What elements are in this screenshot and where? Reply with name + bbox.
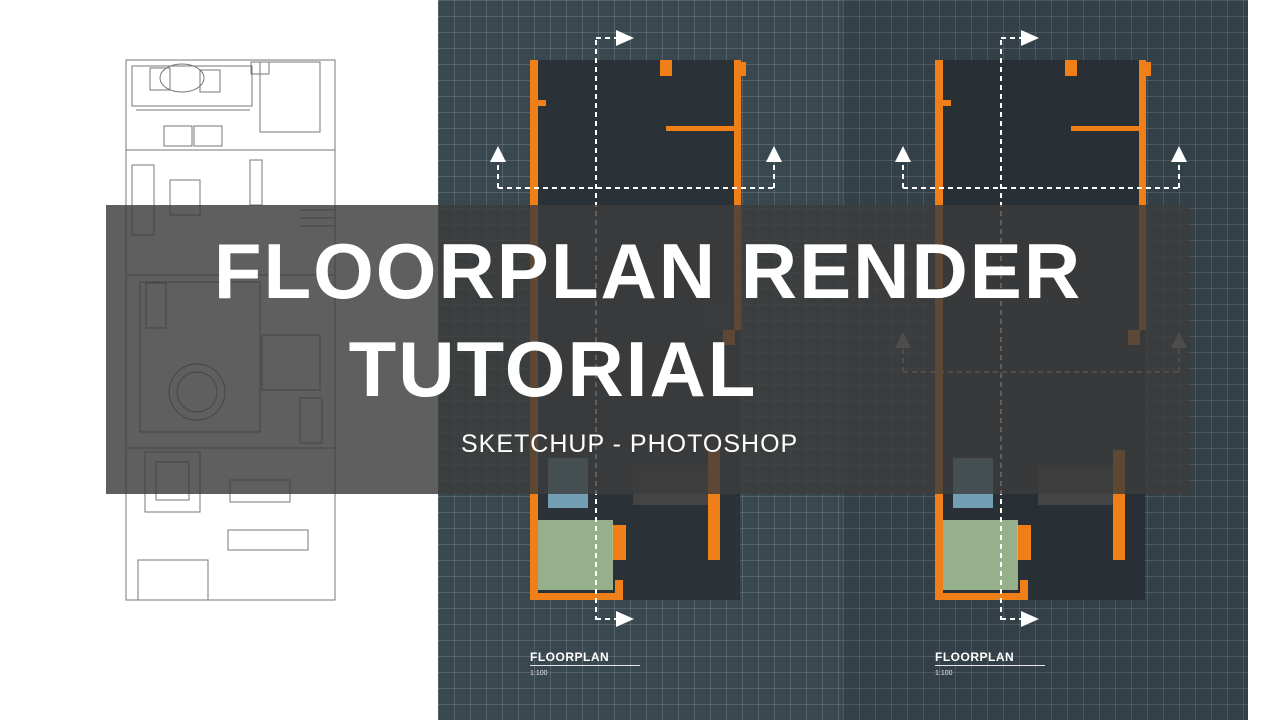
plan-scale: 1:100 [530,670,548,677]
subtitle: SKETCHUP - PHOTOSHOP [461,430,799,458]
plan-title: FLOORPLAN [935,650,1015,664]
title-line-2: TUTORIAL [348,325,758,413]
right-edge-strip [1248,0,1280,720]
title-banner: FLOORPLAN RENDER TUTORIAL SKETCHUP - PHO… [106,205,1190,494]
title-line-1: FLOORPLAN RENDER [213,227,1083,315]
plan-scale: 1:100 [935,670,953,677]
plan-title: FLOORPLAN [530,650,610,664]
plan-title-rule [935,665,1045,666]
plan-title-rule [530,665,640,666]
